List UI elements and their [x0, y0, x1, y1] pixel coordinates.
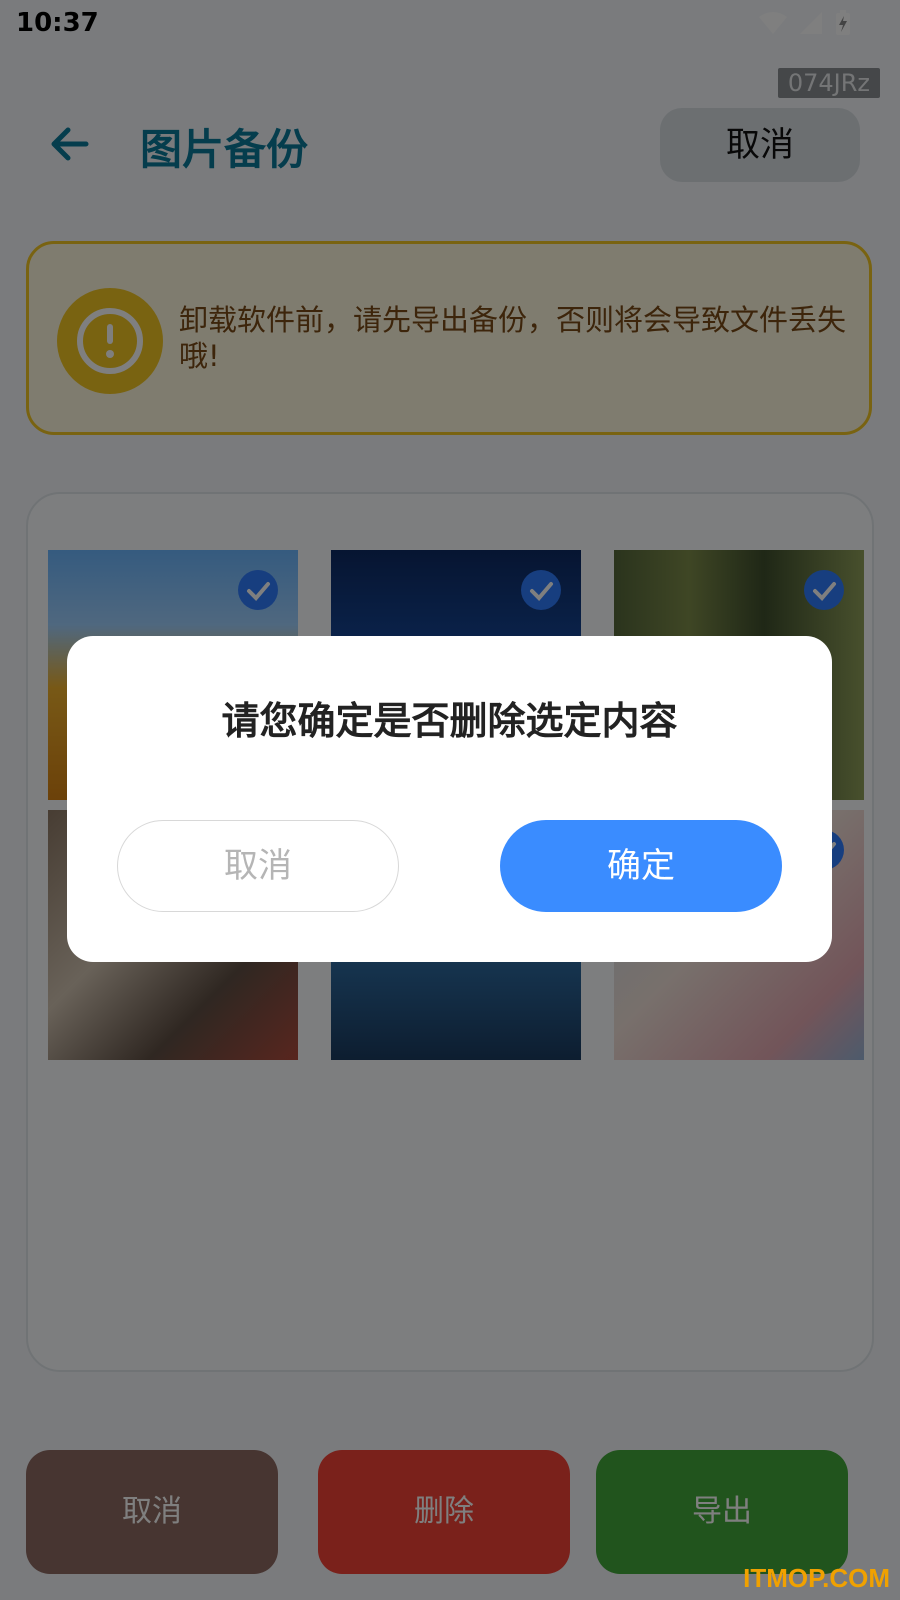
site-watermark: ITMOP.COM	[743, 1563, 890, 1593]
dialog-title: 请您确定是否删除选定内容	[221, 699, 678, 743]
dialog-cancel-button[interactable]: 取消	[117, 820, 399, 912]
confirm-dialog: 请您确定是否删除选定内容 取消 确定	[67, 636, 832, 962]
dialog-confirm-button[interactable]: 确定	[500, 820, 782, 912]
